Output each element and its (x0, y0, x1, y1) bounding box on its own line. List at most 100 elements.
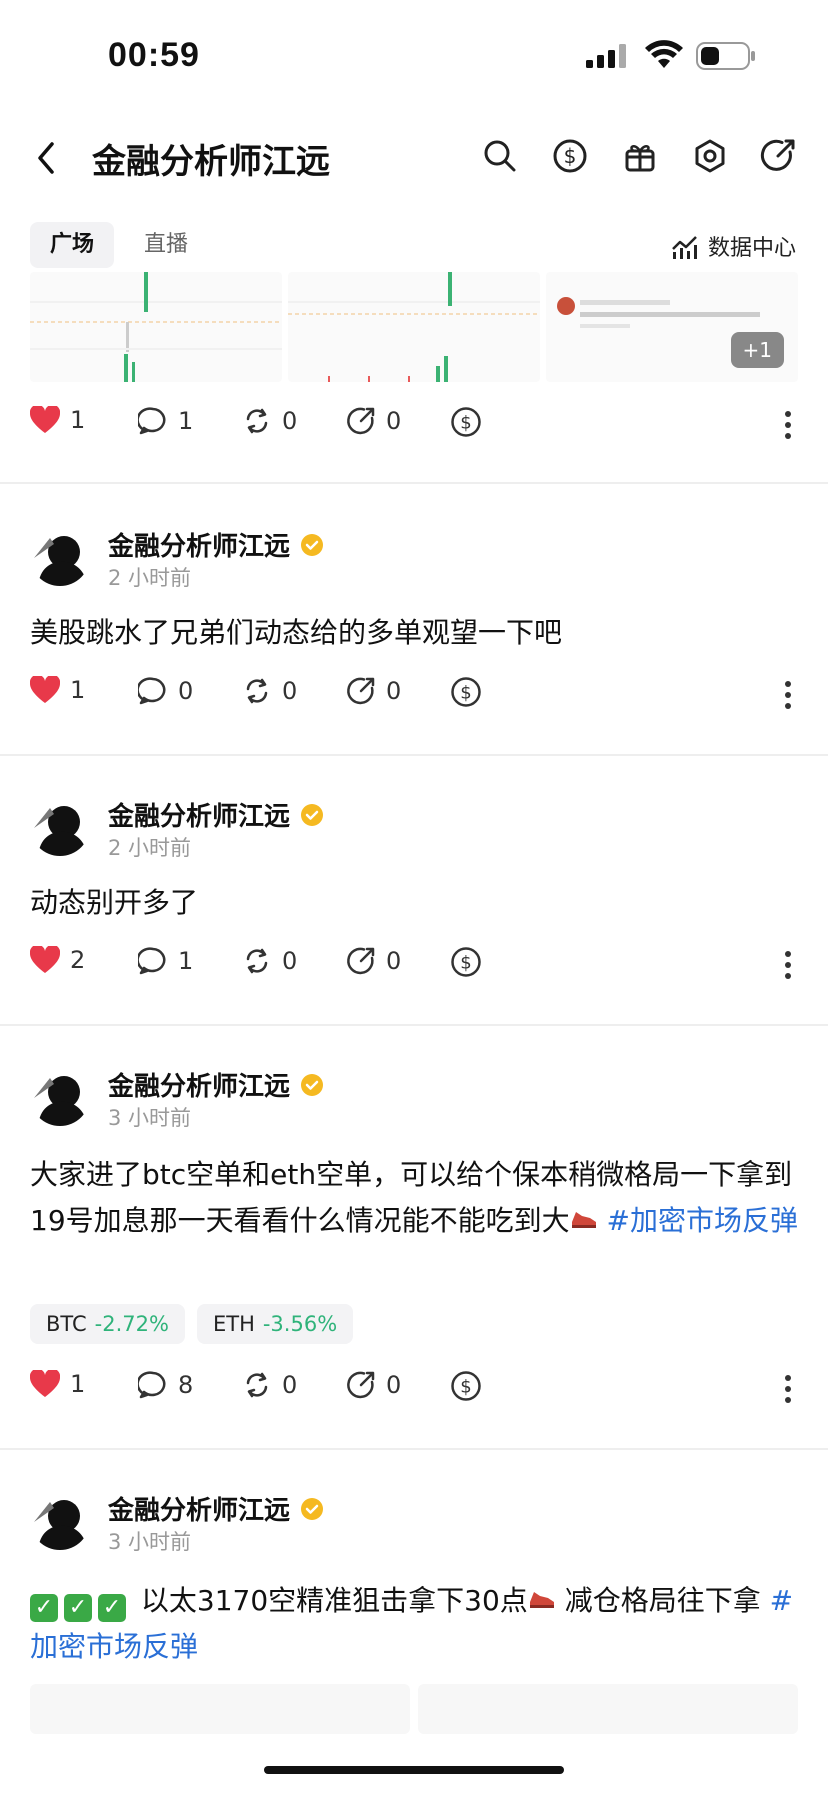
tip-dollar-icon: $ (451, 407, 481, 437)
chart-icon (672, 236, 697, 259)
author-name: 金融分析师江远 (108, 1496, 291, 1526)
heart-filled-icon (30, 676, 60, 703)
author-name-row[interactable]: 金融分析师江远 (108, 1066, 324, 1103)
more-images-badge[interactable]: +1 (730, 332, 784, 368)
svg-text:$: $ (564, 144, 577, 168)
more-options-icon[interactable] (784, 1374, 792, 1404)
avatar[interactable] (30, 796, 90, 856)
share-post-button[interactable]: 0 (346, 676, 401, 706)
tip-button[interactable]: $ (450, 406, 482, 438)
comment-icon (138, 407, 166, 435)
share-post-button[interactable]: 0 (346, 406, 401, 436)
tip-button[interactable]: $ (450, 1370, 482, 1402)
comment-count: 8 (178, 1371, 194, 1399)
verified-badge-icon (301, 1073, 324, 1096)
share-post-button[interactable]: 0 (346, 1370, 401, 1400)
avatar[interactable] (30, 1490, 90, 1550)
more-options-icon[interactable] (784, 410, 792, 440)
author-name: 金融分析师江远 (108, 802, 291, 832)
comment-screenshot-thumbnail[interactable]: +1 (546, 272, 798, 382)
more-options-icon[interactable] (784, 950, 792, 980)
comment-button[interactable]: 1 (138, 406, 193, 436)
check-mark-emoji-icon: ✓ (30, 1594, 58, 1622)
gift-icon[interactable] (622, 138, 658, 174)
post-text[interactable]: 美股跳水了兄弟们动态给的多单观望一下吧 (30, 610, 800, 656)
author-name-row[interactable]: 金融分析师江远 (108, 796, 324, 833)
coin-chip-eth[interactable]: ETH -3.56% (196, 1304, 354, 1344)
svg-text:$: $ (460, 953, 471, 974)
top-post-images: +1 (30, 272, 798, 382)
repost-button[interactable]: 0 (242, 406, 297, 436)
like-count: 1 (70, 676, 86, 704)
share-icon[interactable] (760, 138, 796, 174)
post-header: 金融分析师江远 2 小时前 (30, 796, 798, 876)
comment-icon (138, 947, 166, 975)
repost-count: 0 (282, 677, 298, 705)
comment-button[interactable]: 1 (138, 946, 193, 976)
coin-chip-btc[interactable]: BTC -2.72% (30, 1304, 185, 1344)
svg-text:$: $ (460, 683, 471, 704)
search-icon[interactable] (482, 138, 518, 174)
tip-dollar-icon: $ (451, 947, 481, 977)
repost-button[interactable]: 0 (242, 946, 297, 976)
share-icon (347, 407, 375, 435)
wifi-icon (645, 40, 683, 68)
like-button[interactable]: 1 (30, 676, 85, 704)
tab-live[interactable]: 直播 (124, 222, 208, 268)
author-name-row[interactable]: 金融分析师江远 (108, 526, 324, 563)
image-thumbnail[interactable] (30, 1684, 410, 1734)
post-text[interactable]: ✓ ✓ ✓ 以太3170空精准狙击拿下30点 减仓格局往下拿 #加密市场反弹 (30, 1578, 800, 1670)
post-divider (0, 754, 828, 756)
tip-button[interactable]: $ (450, 946, 482, 978)
image-thumbnail[interactable] (418, 1684, 798, 1734)
like-button[interactable]: 1 (30, 406, 85, 434)
comment-count: 1 (178, 407, 194, 435)
avatar[interactable] (30, 1066, 90, 1126)
chart-thumbnail[interactable] (30, 272, 282, 382)
cellular-signal-icon (586, 44, 626, 68)
data-center-button[interactable]: 数据中心 (670, 230, 796, 262)
share-count: 0 (386, 407, 402, 435)
like-button[interactable]: 2 (30, 946, 85, 974)
coin-symbol: BTC (46, 1312, 87, 1336)
comment-button[interactable]: 8 (138, 1370, 193, 1400)
post-text[interactable]: 大家进了btc空单和eth空单，可以给个保本稍微格局一下拿到19号加息那一天看看… (30, 1152, 800, 1244)
post-divider (0, 1448, 828, 1450)
coin-chips: BTC -2.72% ETH -3.56% (30, 1304, 354, 1344)
heart-filled-icon (30, 946, 60, 973)
check-mark-emoji-icon: ✓ (98, 1594, 126, 1622)
share-count: 0 (386, 677, 402, 705)
share-post-button[interactable]: 0 (346, 946, 401, 976)
like-button[interactable]: 1 (30, 1370, 85, 1398)
verified-badge-icon (301, 803, 324, 826)
tip-dollar-icon[interactable]: $ (552, 138, 588, 174)
post-action-bar: 1 8 0 0 $ (30, 1370, 798, 1410)
home-indicator[interactable] (264, 1766, 564, 1774)
share-count: 0 (386, 1371, 402, 1399)
back-arrow-icon[interactable] (32, 140, 62, 176)
chart-thumbnail[interactable] (288, 272, 540, 382)
post-text[interactable]: 动态别开多了 (30, 880, 800, 926)
comment-button[interactable]: 0 (138, 676, 193, 706)
share-icon (347, 1371, 375, 1399)
post-header: 金融分析师江远 2 小时前 (30, 526, 798, 606)
post-action-bar: 2 1 0 0 $ (30, 946, 798, 986)
repost-button[interactable]: 0 (242, 676, 297, 706)
avatar[interactable] (30, 526, 90, 586)
repost-icon (246, 678, 268, 704)
svg-text:$: $ (460, 1377, 471, 1398)
tab-square[interactable]: 广场 (30, 222, 115, 268)
repost-count: 0 (282, 407, 298, 435)
author-name-row[interactable]: 金融分析师江远 (108, 1490, 324, 1527)
settings-hex-icon[interactable] (692, 138, 728, 174)
tip-button[interactable]: $ (450, 676, 482, 708)
like-count: 1 (70, 1370, 86, 1398)
more-options-icon[interactable] (784, 680, 792, 710)
repost-icon (246, 1372, 268, 1398)
repost-button[interactable]: 0 (242, 1370, 297, 1400)
post-divider (0, 482, 828, 484)
hashtag-link[interactable]: #加密市场反弹 (607, 1204, 798, 1237)
repost-icon (246, 408, 268, 434)
post-divider (0, 1024, 828, 1026)
share-icon (347, 677, 375, 705)
